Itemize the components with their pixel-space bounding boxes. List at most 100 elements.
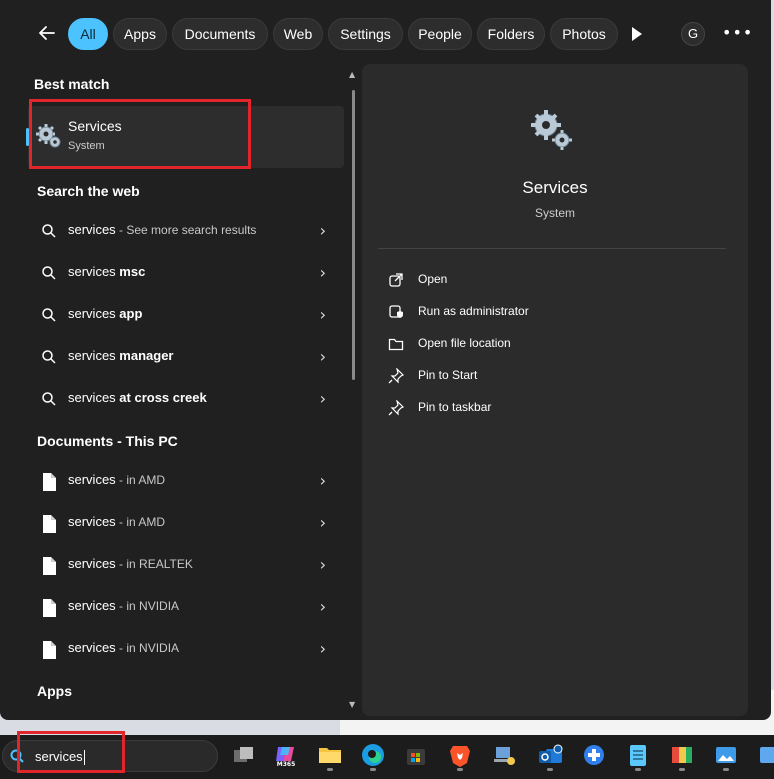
m365-label: M365 — [276, 761, 296, 768]
document-result-item[interactable]: services - in NVIDIA › — [28, 629, 344, 669]
scroll-up-arrow-icon[interactable]: ▲ — [349, 70, 355, 79]
chevron-right-icon[interactable]: › — [320, 221, 326, 240]
document-term: services — [68, 472, 116, 487]
search-web-heading: Search the web — [37, 183, 140, 199]
more-filters-play-icon[interactable] — [632, 27, 642, 41]
start-search-panel: All Apps Documents Web Settings People F… — [0, 0, 771, 720]
document-icon — [40, 472, 58, 491]
document-result-label: services - in AMD — [68, 514, 165, 529]
document-result-item[interactable]: services - in AMD › — [28, 461, 344, 501]
web-result-suffix: app — [115, 306, 143, 321]
folder-icon — [388, 336, 404, 352]
document-location: - in NVIDIA — [115, 641, 180, 655]
chevron-right-icon[interactable]: › — [320, 471, 326, 490]
filter-chip-folders[interactable]: Folders — [477, 18, 545, 50]
back-arrow-icon[interactable] — [36, 22, 58, 44]
document-result-item[interactable]: services - in AMD › — [28, 503, 344, 543]
document-result-label: services - in NVIDIA — [68, 598, 179, 613]
filter-chip-web[interactable]: Web — [273, 18, 323, 50]
scroll-down-arrow-icon[interactable]: ▼ — [349, 700, 355, 709]
chevron-right-icon[interactable]: › — [320, 639, 326, 658]
web-result-item[interactable]: services at cross creek › — [28, 379, 344, 419]
search-icon — [40, 390, 58, 408]
best-match-heading: Best match — [34, 76, 110, 92]
running-indicator — [457, 768, 463, 771]
action-run-as-administrator[interactable]: Run as administrator — [388, 301, 688, 325]
document-location: - in REALTEK — [115, 557, 193, 571]
microsoft-store-icon[interactable] — [402, 741, 430, 769]
detail-title: Services — [522, 178, 588, 197]
results-scrollbar[interactable]: ▲ ▼ — [349, 70, 356, 710]
action-label: Pin to Start — [418, 368, 478, 382]
web-result-label: services at cross creek — [68, 390, 207, 405]
more-options-icon[interactable]: ••• — [722, 22, 753, 44]
action-open-file-location[interactable]: Open file location — [388, 333, 688, 357]
m365-copilot-icon[interactable]: M365 — [272, 741, 300, 769]
chevron-right-icon[interactable]: › — [320, 263, 326, 282]
chevron-right-icon[interactable]: › — [320, 389, 326, 408]
filter-chip-photos[interactable]: Photos — [550, 18, 618, 50]
chevron-right-icon[interactable]: › — [320, 555, 326, 574]
web-result-item[interactable]: services manager › — [28, 337, 344, 377]
pin-icon — [388, 367, 405, 384]
app-icon-partial[interactable] — [756, 741, 774, 769]
action-pin-to-start[interactable]: Pin to Start — [388, 365, 688, 389]
open-external-icon — [388, 272, 404, 288]
filter-chip-people[interactable]: People — [408, 18, 472, 50]
document-location: - in NVIDIA — [115, 599, 180, 613]
shield-admin-icon — [388, 304, 404, 320]
web-result-term: services — [68, 264, 116, 279]
chevron-right-icon[interactable]: › — [320, 513, 326, 532]
highlight-box-search — [17, 731, 125, 773]
document-term: services — [68, 640, 116, 655]
document-result-label: services - in REALTEK — [68, 556, 193, 571]
task-view-icon[interactable] — [230, 741, 258, 769]
filter-chip-apps[interactable]: Apps — [113, 18, 167, 50]
filter-bar: All Apps Documents Web Settings People F… — [0, 0, 771, 64]
file-explorer-icon[interactable] — [316, 741, 344, 771]
chevron-right-icon[interactable]: › — [320, 347, 326, 366]
scrollbar-thumb[interactable] — [352, 90, 355, 380]
web-result-label: services - See more search results — [68, 222, 256, 237]
action-open[interactable]: Open — [388, 269, 688, 293]
document-icon — [40, 598, 58, 617]
running-indicator — [635, 768, 641, 771]
document-term: services — [68, 598, 116, 613]
notepad-icon[interactable] — [624, 741, 652, 771]
document-term: services — [68, 556, 116, 571]
health-app-icon[interactable] — [580, 741, 608, 769]
edge-browser-icon[interactable] — [359, 741, 387, 771]
running-indicator — [679, 768, 685, 771]
network-app-icon[interactable] — [490, 741, 518, 769]
pin-icon — [388, 399, 405, 416]
running-indicator — [370, 768, 376, 771]
document-result-item[interactable]: services - in NVIDIA › — [28, 587, 344, 627]
outlook-icon[interactable] — [536, 741, 564, 771]
documents-heading: Documents - This PC — [37, 433, 178, 449]
filter-chip-settings[interactable]: Settings — [328, 18, 403, 50]
apps-heading: Apps — [37, 683, 72, 699]
chevron-right-icon[interactable]: › — [320, 597, 326, 616]
running-indicator — [547, 768, 553, 771]
document-result-item[interactable]: services - in REALTEK › — [28, 545, 344, 585]
web-result-item[interactable]: services app › — [28, 295, 344, 335]
color-picker-app-icon[interactable] — [668, 741, 696, 771]
chevron-right-icon[interactable]: › — [320, 305, 326, 324]
web-result-suffix: at cross creek — [115, 390, 207, 405]
web-result-item[interactable]: services - See more search results › — [28, 211, 344, 251]
action-pin-to-taskbar[interactable]: Pin to taskbar — [388, 397, 688, 421]
document-result-label: services - in AMD — [68, 472, 165, 487]
photos-app-icon[interactable] — [712, 741, 740, 771]
detail-pane: Services System Open Run as administrato… — [362, 64, 748, 716]
document-icon — [40, 514, 58, 533]
account-avatar[interactable]: G — [681, 22, 705, 46]
action-label: Run as administrator — [418, 304, 529, 318]
services-gear-icon — [528, 106, 576, 154]
divider — [378, 248, 726, 249]
web-result-label: services manager — [68, 348, 174, 363]
document-icon — [40, 640, 58, 659]
brave-browser-icon[interactable] — [446, 741, 474, 771]
filter-chip-documents[interactable]: Documents — [172, 18, 268, 50]
web-result-item[interactable]: services msc › — [28, 253, 344, 293]
filter-chip-all[interactable]: All — [68, 18, 108, 50]
